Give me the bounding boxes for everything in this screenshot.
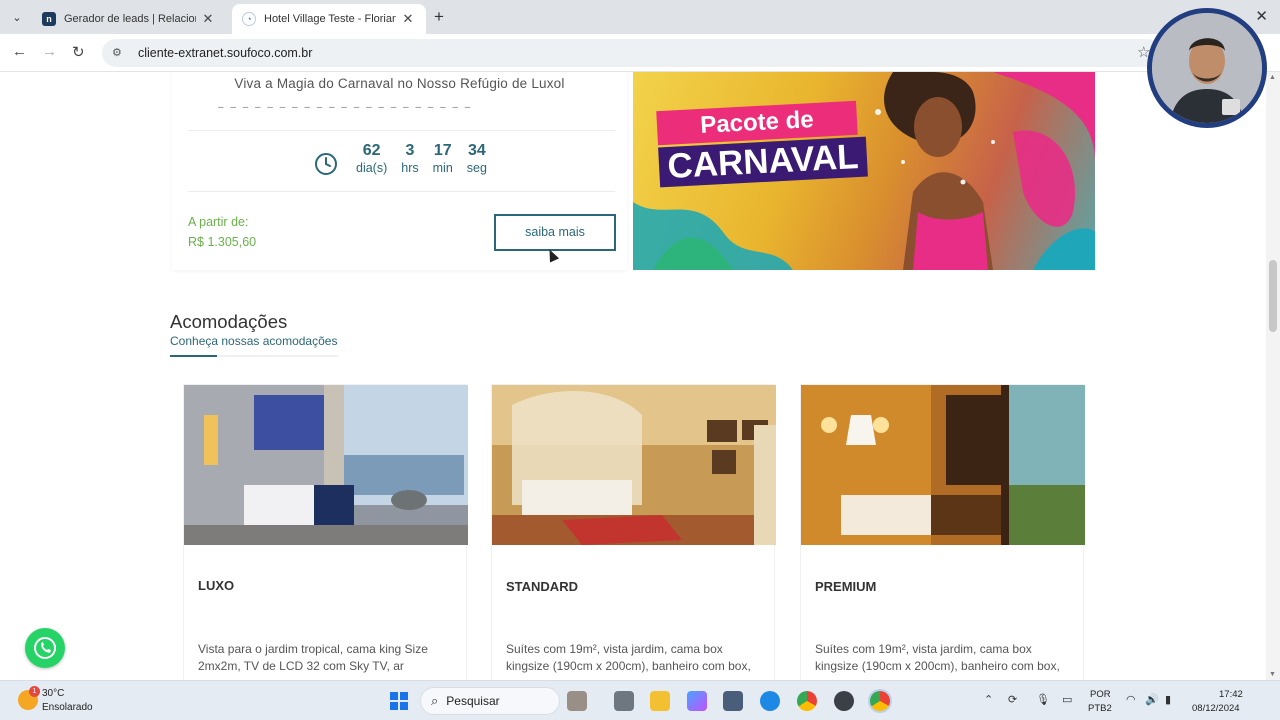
room-description: Suítes com 19m², vista jardim, cama box …	[815, 642, 1060, 673]
room-card-standard[interactable]: STANDARD Suítes com 19m², vista jardim, …	[491, 384, 776, 680]
volume-icon[interactable]: 🔊	[1145, 693, 1159, 706]
saiba-mais-button[interactable]: saiba mais	[494, 214, 616, 251]
tab-title: Gerador de leads | Relacionamento	[64, 13, 196, 25]
scroll-up-icon[interactable]: ▲	[1269, 74, 1276, 81]
soufoco-favicon-icon: n	[42, 12, 56, 26]
close-icon[interactable]: ✕	[200, 11, 216, 27]
tab-gerador-leads[interactable]: n Gerador de leads | Relacionamento ✕	[32, 4, 226, 34]
banner-headline-text: CARNAVAL	[658, 136, 868, 188]
price-label: A partir de:	[188, 215, 249, 229]
countdown-timer: 62 dia(s) 3 hrs 17 min 34 seg	[314, 142, 501, 182]
edge-icon[interactable]	[760, 691, 780, 711]
chrome-icon[interactable]	[797, 691, 817, 711]
page-scrollbar[interactable]: ▲ ▼	[1266, 72, 1280, 680]
scroll-down-icon[interactable]: ▼	[1269, 671, 1276, 678]
countdown-label: min	[432, 161, 453, 175]
countdown-seconds: 34 seg	[467, 142, 487, 175]
address-bar[interactable]: ⚙ cliente-extranet.soufoco.com.br	[102, 39, 1162, 67]
tab-search-chevron-icon[interactable]: ⌄	[6, 6, 28, 28]
accommodations-subtitle: Conheça nossas acomodações	[170, 334, 338, 348]
close-icon[interactable]: ✕	[400, 11, 416, 27]
promo-description-clipped: – – – – – – – – – – – – – – – – – – – – …	[218, 104, 473, 113]
page-content: Viva a Magia do Carnaval no Nosso Refúgi…	[0, 72, 1266, 680]
countdown-label: hrs	[401, 161, 419, 175]
task-view-icon[interactable]	[614, 691, 634, 711]
room-description: Vista para o jardim tropical, cama king …	[198, 642, 428, 673]
divider	[188, 130, 615, 131]
notepad-icon[interactable]	[723, 691, 743, 711]
site-settings-icon[interactable]: ⚙	[112, 46, 126, 60]
countdown-value: 62	[362, 142, 381, 159]
forward-arrow-icon[interactable]: →	[42, 43, 57, 60]
tray-chevron-up-icon[interactable]: ⌃	[984, 693, 993, 706]
url-text: cliente-extranet.soufoco.com.br	[138, 46, 313, 60]
clock-date[interactable]: 08/12/2024	[1192, 703, 1240, 714]
file-explorer-icon[interactable]	[650, 691, 670, 711]
carnaval-promo-card: Viva a Magia do Carnaval no Nosso Refúgi…	[172, 72, 627, 270]
input-layout[interactable]: PTB2	[1088, 703, 1112, 714]
promo-title: Viva a Magia do Carnaval no Nosso Refúgi…	[234, 76, 565, 91]
countdown-value: 34	[467, 142, 486, 159]
new-tab-plus-icon[interactable]: +	[434, 7, 444, 27]
room-name: STANDARD	[506, 579, 578, 594]
chrome-active-icon[interactable]	[870, 691, 890, 711]
price-value: R$ 1.305,60	[188, 235, 257, 249]
divider	[188, 191, 615, 192]
reload-icon[interactable]: ↻	[72, 43, 85, 61]
countdown-label: seg	[466, 161, 487, 175]
search-placeholder: Pesquisar	[446, 694, 500, 708]
microphone-icon[interactable]: 🎙	[1036, 693, 1050, 706]
room-card-premium[interactable]: PREMIUM Suítes com 19m², vista jardim, c…	[800, 384, 1085, 680]
whatsapp-icon[interactable]	[25, 628, 65, 668]
countdown-days: 62 dia(s)	[356, 142, 387, 175]
copilot-icon[interactable]	[687, 691, 707, 711]
presenter-avatar	[1152, 13, 1262, 123]
countdown-value: 17	[433, 142, 452, 159]
tab-title: Hotel Village Teste - Florianópolis	[264, 13, 396, 25]
room-photo-luxo[interactable]	[184, 385, 468, 545]
taskbar-search-input[interactable]: ⌕ Pesquisar	[420, 687, 560, 715]
hotel-favicon-icon: ◔	[242, 12, 256, 26]
countdown-hours: 3 hrs	[401, 142, 418, 175]
window-close-icon[interactable]: ✕	[1255, 7, 1268, 25]
tab-hotel-village[interactable]: ◔ Hotel Village Teste - Florianópolis ✕	[232, 4, 426, 34]
wifi-icon[interactable]: ◠	[1126, 693, 1136, 706]
input-language[interactable]: POR	[1090, 689, 1111, 700]
notification-badge: 1	[29, 686, 40, 697]
windows-start-icon[interactable]	[389, 691, 409, 711]
countdown-minutes: 17 min	[433, 142, 453, 175]
tray-app-icon[interactable]: ⟳	[1008, 693, 1017, 706]
tab-strip: ⌄ n Gerador de leads | Relacionamento ✕ …	[0, 0, 1280, 34]
clock-time[interactable]: 17:42	[1219, 689, 1243, 700]
windows-taskbar: 1 30°C Ensolarado ⌕ Pesquisar ⌃ ⟳ 🎙 ▭ PO…	[0, 680, 1280, 720]
weather-temperature[interactable]: 30°C	[42, 688, 64, 699]
widgets-icon[interactable]	[567, 691, 587, 711]
browser-toolbar: ← → ↻ ⚙ cliente-extranet.soufoco.com.br …	[0, 34, 1280, 72]
keyboard-layout-icon[interactable]: ▭	[1062, 693, 1072, 706]
webcam-overlay	[1147, 8, 1267, 128]
battery-icon[interactable]: ▮	[1165, 693, 1171, 706]
clock-icon	[315, 153, 337, 175]
room-name: PREMIUM	[815, 579, 877, 594]
scrollbar-thumb[interactable]	[1269, 260, 1277, 332]
back-arrow-icon[interactable]: ←	[12, 43, 27, 60]
room-photo-standard[interactable]	[492, 385, 776, 545]
countdown-label: dia(s)	[356, 161, 388, 175]
obs-icon[interactable]	[834, 691, 854, 711]
weather-description[interactable]: Ensolarado	[42, 702, 93, 713]
subtitle-underline	[170, 355, 338, 357]
countdown-value: 3	[405, 142, 415, 159]
search-icon: ⌕	[431, 693, 439, 708]
room-description: Suítes com 19m², vista jardim, cama box …	[506, 642, 751, 673]
carnaval-banner-image[interactable]: Pacote de CARNAVAL	[633, 72, 1095, 270]
room-name: LUXO	[198, 578, 235, 593]
room-card-luxo[interactable]: LUXO Vista para o jardim tropical, cama …	[183, 384, 468, 680]
room-photo-premium[interactable]	[801, 385, 1085, 545]
accommodations-title: Acomodações	[170, 311, 288, 332]
